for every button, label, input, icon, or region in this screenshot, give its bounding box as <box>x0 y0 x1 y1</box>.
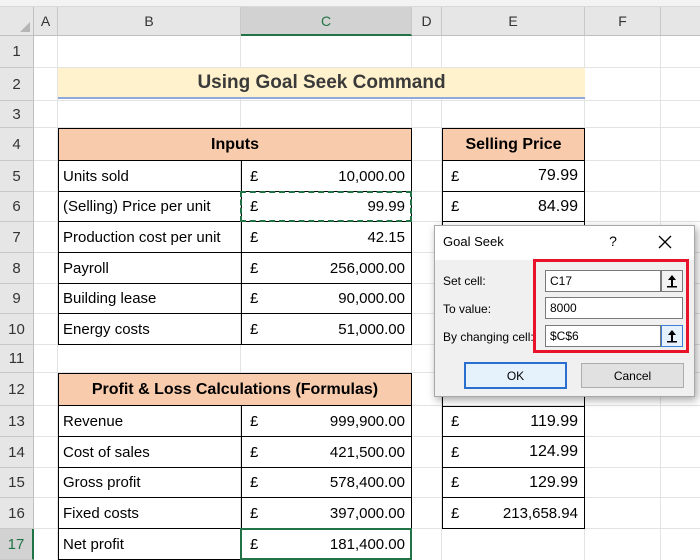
inputs-currency-energy[interactable]: £ <box>241 314 281 345</box>
changing-cell-label: By changing cell: <box>443 330 534 344</box>
sheet-title: Using Goal Seek Command <box>58 68 585 99</box>
row-header-6[interactable]: 6 <box>0 192 34 222</box>
column-header-f[interactable]: F <box>585 7 661 36</box>
close-icon <box>658 235 672 249</box>
pl-header[interactable]: Profit & Loss Calculations (Formulas) <box>58 373 412 406</box>
pl-currency-cost-of-sales[interactable]: £ <box>241 437 281 468</box>
pl-value-cost-of-sales[interactable]: 421,500.00 <box>281 437 412 468</box>
goal-seek-dialog: Goal Seek ? Set cell: C17 To value: 8000… <box>434 225 695 397</box>
cancel-button[interactable]: Cancel <box>581 363 684 388</box>
inputs-label-payroll[interactable]: Payroll <box>58 253 241 284</box>
row-header-11[interactable]: 11 <box>0 345 34 373</box>
pl-label-fixed-costs[interactable]: Fixed costs <box>58 498 241 529</box>
dialog-title: Goal Seek <box>443 234 504 249</box>
row-header-16[interactable]: 16 <box>0 498 34 529</box>
ok-button[interactable]: OK <box>464 362 567 389</box>
inputs-value-production[interactable]: 42.15 <box>281 222 412 253</box>
inputs-label-energy[interactable]: Energy costs <box>58 314 241 345</box>
column-header-d[interactable]: D <box>412 7 442 36</box>
selling-currency-4[interactable]: £ <box>442 437 478 468</box>
inputs-value-energy[interactable]: 51,000.00 <box>281 314 412 345</box>
row-header-10[interactable]: 10 <box>0 314 34 345</box>
row-header-2[interactable]: 2 <box>0 68 34 101</box>
marching-ants-c6 <box>240 191 412 222</box>
inputs-label-units[interactable]: Units sold <box>58 161 241 192</box>
sheet-title-text: Using Goal Seek Command <box>197 71 446 93</box>
column-header-e[interactable]: E <box>442 7 585 36</box>
row-header-1[interactable]: 1 <box>0 36 34 68</box>
selling-currency-6[interactable]: £ <box>442 498 478 529</box>
gridline <box>34 100 700 101</box>
selling-header[interactable]: Selling Price <box>442 128 585 161</box>
active-cell-c17 <box>240 528 412 560</box>
selling-currency-3[interactable]: £ <box>442 406 478 437</box>
row-header-12[interactable]: 12 <box>0 373 34 406</box>
row-header-5[interactable]: 5 <box>0 161 34 192</box>
selling-value-5[interactable]: 129.99 <box>478 468 585 498</box>
pl-currency-gross-profit[interactable]: £ <box>241 468 281 498</box>
inputs-label-lease[interactable]: Building lease <box>58 284 241 314</box>
selling-currency-2[interactable]: £ <box>442 192 478 222</box>
pl-label-revenue[interactable]: Revenue <box>58 406 241 437</box>
inputs-value-units[interactable]: 10,000.00 <box>281 161 412 192</box>
pl-currency-fixed-costs[interactable]: £ <box>241 498 281 529</box>
selling-currency-5[interactable]: £ <box>442 468 478 498</box>
inputs-currency-production[interactable]: £ <box>241 222 281 253</box>
pl-label-cost-of-sales[interactable]: Cost of sales <box>58 437 241 468</box>
inputs-currency-units[interactable]: £ <box>241 161 281 192</box>
row-header-3[interactable]: 3 <box>0 101 34 128</box>
row-header-13[interactable]: 13 <box>0 406 34 437</box>
pl-label-gross-profit[interactable]: Gross profit <box>58 468 241 498</box>
pl-label-net-profit[interactable]: Net profit <box>58 529 241 560</box>
column-header-blank <box>661 7 700 36</box>
inputs-label-production[interactable]: Production cost per unit <box>58 222 241 253</box>
help-button[interactable]: ? <box>605 233 621 249</box>
row-header-14[interactable]: 14 <box>0 437 34 468</box>
selling-currency-1[interactable]: £ <box>442 161 478 192</box>
column-header-c[interactable]: C <box>241 7 412 36</box>
selling-value-3[interactable]: 119.99 <box>478 406 585 437</box>
pl-value-revenue[interactable]: 999,900.00 <box>281 406 412 437</box>
close-button[interactable] <box>650 233 680 251</box>
select-all-triangle <box>20 22 30 32</box>
row-header-4[interactable]: 4 <box>0 128 34 161</box>
column-header-b[interactable]: B <box>58 7 241 36</box>
row-header-8[interactable]: 8 <box>0 253 34 284</box>
inputs-currency-lease[interactable]: £ <box>241 284 281 314</box>
column-header-a[interactable]: A <box>34 7 58 36</box>
set-cell-label: Set cell: <box>443 274 486 288</box>
row-header-15[interactable]: 15 <box>0 468 34 498</box>
row-header-9[interactable]: 9 <box>0 284 34 314</box>
highlight-box <box>533 259 689 353</box>
inputs-label-price[interactable]: (Selling) Price per unit <box>58 192 241 222</box>
pl-value-fixed-costs[interactable]: 397,000.00 <box>281 498 412 529</box>
to-value-label: To value: <box>443 302 492 316</box>
inputs-header[interactable]: Inputs <box>58 128 412 161</box>
selling-value-4[interactable]: 124.99 <box>478 437 585 468</box>
inputs-value-payroll[interactable]: 256,000.00 <box>281 253 412 284</box>
selling-value-2[interactable]: 84.99 <box>478 192 585 222</box>
pl-currency-revenue[interactable]: £ <box>241 406 281 437</box>
inputs-currency-payroll[interactable]: £ <box>241 253 281 284</box>
selling-value-6[interactable]: 213,658.94 <box>478 498 585 529</box>
row-header-7[interactable]: 7 <box>0 222 34 253</box>
formula-bar-remnant <box>0 0 700 7</box>
inputs-value-lease[interactable]: 90,000.00 <box>281 284 412 314</box>
selling-value-1[interactable]: 79.99 <box>478 161 585 192</box>
pl-value-gross-profit[interactable]: 578,400.00 <box>281 468 412 498</box>
row-header-17[interactable]: 17 <box>0 529 34 560</box>
